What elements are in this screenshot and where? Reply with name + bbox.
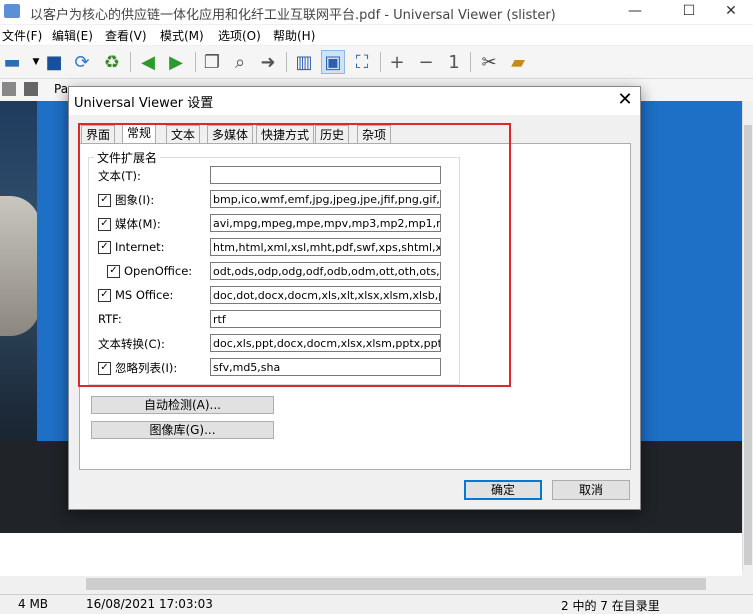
photo-detail	[0, 196, 40, 336]
menu-bar: 文件(F) 编辑(E) 查看(V) 模式(M) 选项(O) 帮助(H)	[0, 25, 753, 45]
copy-icon[interactable]: ❐	[200, 50, 224, 74]
open-icon[interactable]: ▬	[0, 50, 24, 74]
close-button[interactable]: ✕	[708, 0, 753, 24]
window-title: 以客户为核心的供应链一体化应用和化纤工业互联网平台.pdf - Universa…	[30, 8, 556, 23]
fullscreen-icon[interactable]: ⛶	[350, 50, 374, 74]
menu-mode[interactable]: 模式(M)	[160, 27, 204, 44]
dialog-close-icon[interactable]: ✕	[613, 89, 637, 113]
image-library-button[interactable]: 图像库(G)...	[91, 421, 274, 439]
vertical-scroll-thumb[interactable]	[744, 125, 752, 565]
status-datetime: 16/08/2021 17:03:03	[86, 597, 213, 611]
export-icon[interactable]: ➜	[256, 50, 280, 74]
cancel-button[interactable]: 取消	[552, 480, 630, 500]
dialog-title-bar: Universal Viewer 设置 ✕	[69, 87, 640, 115]
zoom-out-icon[interactable]: −	[414, 50, 438, 74]
settings-dialog: Universal Viewer 设置 ✕ 界面 常规 文本 多媒体 快捷方式 …	[68, 86, 641, 510]
dialog-title: Universal Viewer 设置	[74, 96, 214, 111]
actual-size-icon[interactable]: 1	[442, 50, 466, 74]
toolbar-separator	[130, 52, 131, 72]
ok-button[interactable]: 确定	[464, 480, 542, 500]
highlight-annotation-box	[78, 123, 511, 387]
menu-view[interactable]: 查看(V)	[105, 27, 147, 44]
recycle-icon[interactable]: ♻	[100, 50, 124, 74]
toolbar-separator	[380, 52, 381, 72]
horizontal-scroll-thumb[interactable]	[86, 578, 706, 590]
toolbar-separator	[286, 52, 287, 72]
status-bar: 4 MB 16/08/2021 17:03:03 2 中的 7 在目录里	[0, 594, 753, 613]
toolbar-separator	[195, 52, 196, 72]
fit-icon[interactable]: ▣	[321, 50, 345, 74]
window-title-bar: 以客户为核心的供应链一体化应用和化纤工业互联网平台.pdf - Universa…	[0, 0, 753, 24]
print-icon[interactable]	[24, 82, 38, 96]
status-position: 2 中的 7 在目录里	[561, 599, 660, 613]
settings-icon[interactable]: ✂	[477, 50, 501, 74]
forward-icon[interactable]: ▶	[164, 50, 188, 74]
back-icon[interactable]: ◀	[136, 50, 160, 74]
menu-options[interactable]: 选项(O)	[218, 27, 261, 44]
find-icon[interactable]: ⌕	[228, 50, 252, 74]
app-icon	[4, 4, 20, 18]
reload-icon[interactable]: ⟳	[70, 50, 94, 74]
minimize-button[interactable]: —	[612, 0, 658, 24]
toolbar: ▬ ▼ ■ ⟳ ♻ ◀ ▶ ❐ ⌕ ➜ ▥ ▣ ⛶ + − 1 ✂ ▰	[0, 46, 753, 79]
page-icon[interactable]	[2, 82, 16, 96]
menu-help[interactable]: 帮助(H)	[273, 27, 315, 44]
save-icon[interactable]: ■	[42, 50, 66, 74]
menu-edit[interactable]: 编辑(E)	[52, 27, 93, 44]
zoom-in-icon[interactable]: +	[385, 50, 409, 74]
page-label: Pa	[54, 82, 69, 96]
plugin-icon[interactable]: ▰	[506, 50, 530, 74]
status-file-size: 4 MB	[18, 597, 49, 611]
document-gutter	[0, 533, 742, 576]
maximize-button[interactable]: ☐	[666, 0, 712, 24]
auto-detect-button[interactable]: 自动检测(A)...	[91, 396, 274, 414]
menu-file[interactable]: 文件(F)	[2, 27, 42, 44]
panel-icon[interactable]: ▥	[292, 50, 316, 74]
toolbar-separator	[470, 52, 471, 72]
